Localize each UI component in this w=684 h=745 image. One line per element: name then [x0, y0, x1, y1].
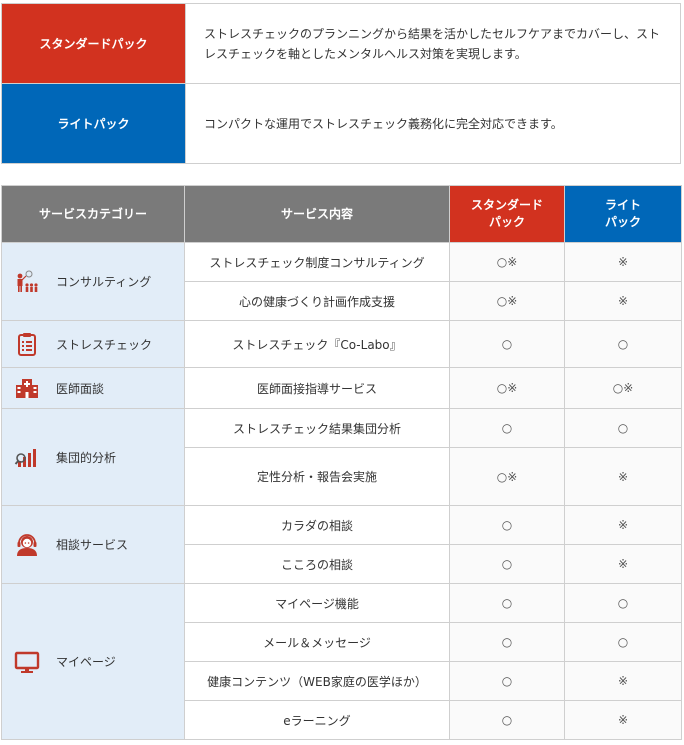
standard-mark: ○※	[449, 242, 565, 282]
service-name: eラーニング	[184, 700, 450, 740]
standard-mark: ○	[449, 505, 565, 545]
table-header-row: サービスカテゴリー サービス内容 スタンダード パック ライト パック	[1, 185, 682, 243]
package-row-standard: スタンダードパック ストレスチェックのプランニングから結果を活かしたセルフケアま…	[1, 3, 681, 84]
lite-mark: ※	[564, 505, 682, 545]
service-name: 心の健康づくり計画作成支援	[184, 281, 450, 321]
standard-mark: ○	[449, 544, 565, 584]
category-label: マイページ	[56, 655, 116, 669]
category-doctor-interview: 医師面談	[1, 367, 185, 409]
header-lite-line2: パック	[604, 215, 641, 229]
bar-chart-analysis-icon	[14, 444, 40, 470]
standard-mark: ○	[449, 661, 565, 701]
service-comparison-table: サービスカテゴリー サービス内容 スタンダード パック ライト パック コンサルティ…	[1, 185, 682, 740]
lite-mark: ※	[564, 661, 682, 701]
lite-mark: ○※	[564, 367, 682, 409]
standard-mark: ○※	[449, 447, 565, 506]
table-row: マイページ マイページ機能 ○ ○	[1, 583, 682, 740]
category-label: コンサルティング	[56, 275, 152, 289]
standard-mark: ○	[449, 583, 565, 623]
service-name: ストレスチェック制度コンサルティング	[184, 242, 450, 282]
service-name: マイページ機能	[184, 583, 450, 623]
header-service-content: サービス内容	[184, 185, 450, 243]
header-standard-line1: スタンダード	[470, 198, 543, 212]
table-row: 相談サービス カラダの相談 ○ ※	[1, 505, 682, 584]
headset-operator-icon	[14, 532, 40, 558]
category-consulting: コンサルティング	[1, 242, 185, 321]
lite-mark: ※	[564, 447, 682, 506]
lite-mark: ○	[564, 320, 682, 368]
header-service-category: サービスカテゴリー	[1, 185, 185, 243]
category-counseling-service: 相談サービス	[1, 505, 185, 584]
standard-mark: ○	[449, 700, 565, 740]
package-description-table: スタンダードパック ストレスチェックのプランニングから結果を活かしたセルフケアま…	[1, 3, 681, 164]
service-name: 健康コンテンツ（WEB家庭の医学ほか）	[184, 661, 450, 701]
lite-mark: ※	[564, 544, 682, 584]
lite-mark: ※	[564, 700, 682, 740]
standard-mark: ○	[449, 622, 565, 662]
table-row: 集団的分析 ストレスチェック結果集団分析 ○ ○	[1, 408, 682, 506]
table-row: ストレスチェック ストレスチェック『Co-Labo』 ○ ○	[1, 320, 682, 368]
package-name-standard: スタンダードパック	[1, 3, 186, 84]
package-name-lite: ライトパック	[1, 83, 186, 164]
category-stress-check: ストレスチェック	[1, 320, 185, 368]
standard-mark: ○※	[449, 281, 565, 321]
standard-mark: ○	[449, 320, 565, 368]
service-name: 定性分析・報告会実施	[184, 447, 450, 506]
service-name: ストレスチェック『Co-Labo』	[184, 320, 450, 368]
category-label: ストレスチェック	[56, 337, 153, 352]
service-comparison-page: スタンダードパック ストレスチェックのプランニングから結果を活かしたセルフケアま…	[0, 0, 684, 745]
service-name: ストレスチェック結果集団分析	[184, 408, 450, 448]
category-label: 医師面談	[56, 381, 105, 396]
header-standard-pack: スタンダード パック	[449, 185, 565, 243]
header-standard-line2: パック	[488, 215, 525, 229]
category-group-analysis: 集団的分析	[1, 408, 185, 506]
consultant-icon	[14, 269, 40, 295]
package-row-lite: ライトパック コンパクトな運用でストレスチェック義務化に完全対応できます。	[1, 83, 681, 164]
standard-mark: ○	[449, 408, 565, 448]
lite-mark: ○	[564, 583, 682, 623]
service-name: メール＆メッセージ	[184, 622, 450, 662]
table-row: コンサルティング ストレスチェック制度コンサルティング ○※ ※	[1, 242, 682, 321]
lite-mark: ○	[564, 622, 682, 662]
service-name: カラダの相談	[184, 505, 450, 545]
lite-mark: ※	[564, 242, 682, 282]
package-description-lite: コンパクトな運用でストレスチェック義務化に完全対応できます。	[185, 83, 681, 164]
hospital-icon	[14, 375, 40, 401]
category-label: 相談サービス	[56, 538, 129, 552]
package-description-standard: ストレスチェックのプランニングから結果を活かしたセルフケアまでカバーし、ストレス…	[185, 3, 681, 84]
service-name: 医師面接指導サービス	[184, 367, 450, 409]
lite-mark: ○	[564, 408, 682, 448]
service-name: こころの相談	[184, 544, 450, 584]
header-lite-line1: ライト	[604, 198, 641, 212]
lite-mark: ※	[564, 281, 682, 321]
monitor-icon	[14, 649, 40, 675]
clipboard-checklist-icon	[14, 331, 40, 357]
standard-mark: ○※	[449, 367, 565, 409]
category-my-page: マイページ	[1, 583, 185, 740]
category-label: 集団的分析	[56, 450, 117, 465]
header-lite-pack: ライト パック	[564, 185, 682, 243]
table-row: 医師面談 医師面接指導サービス ○※ ○※	[1, 367, 682, 409]
